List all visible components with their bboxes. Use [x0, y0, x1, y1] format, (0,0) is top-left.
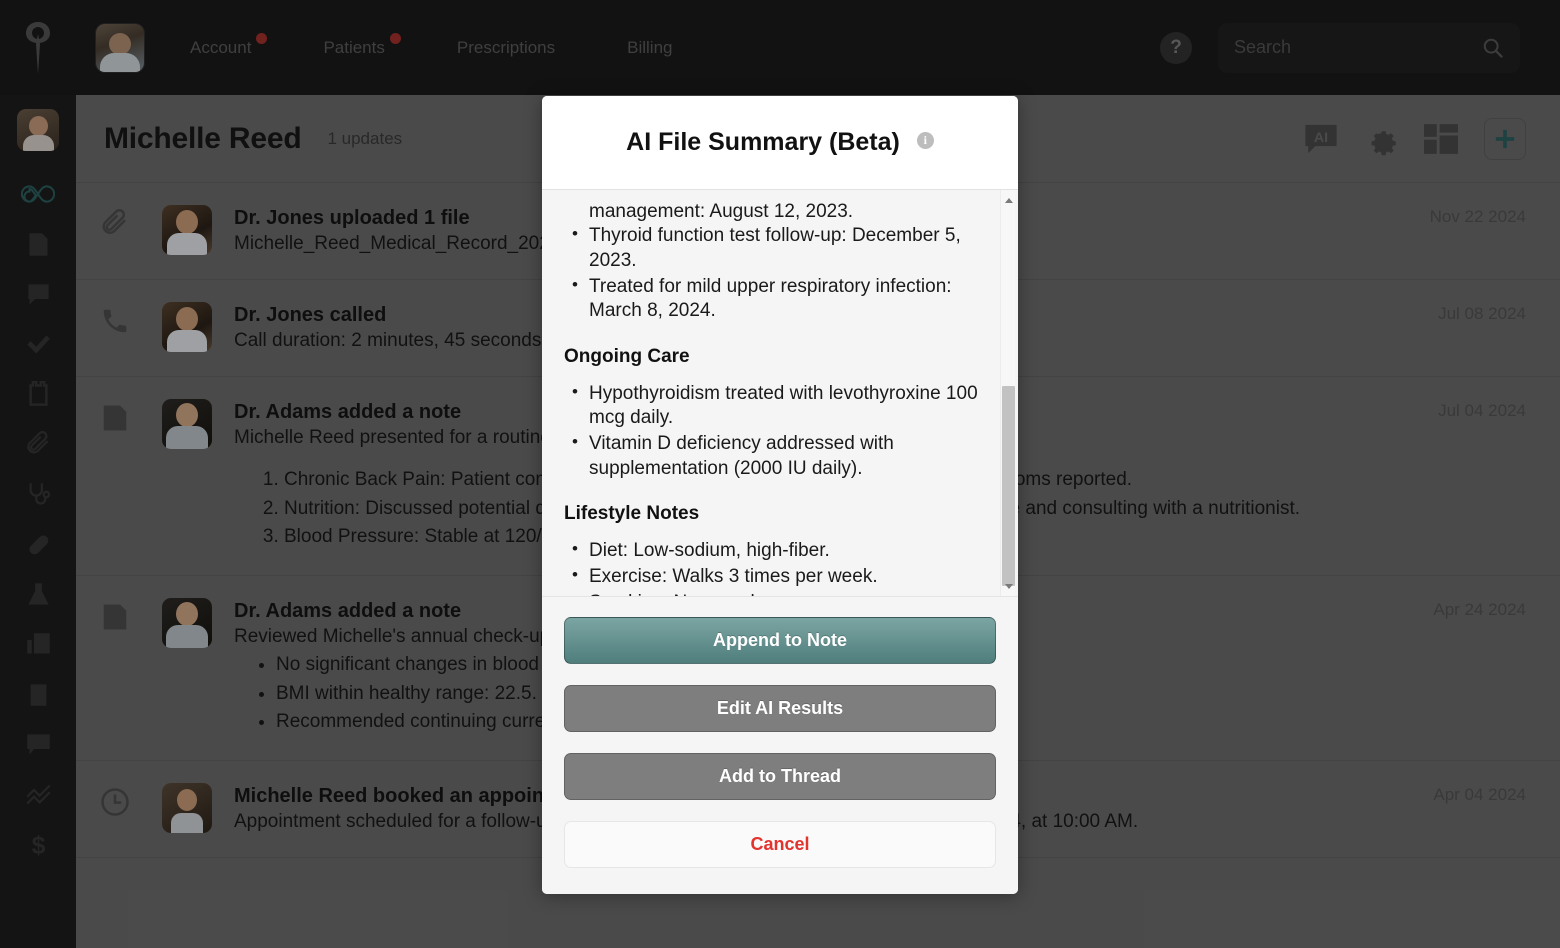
list-item: Vitamin D deficiency addressed with supp… [564, 431, 978, 481]
section-list-lifestyle-notes: Diet: Low-sodium, high-fiber. Exercise: … [564, 538, 978, 596]
scroll-up-arrow[interactable] [1001, 192, 1016, 208]
modal-scrollbar[interactable] [1000, 190, 1015, 596]
edit-ai-results-button[interactable]: Edit AI Results [564, 685, 996, 732]
scroll-down-arrow[interactable] [1001, 578, 1016, 594]
modal-title-text: AI File Summary (Beta) [626, 128, 900, 156]
list-item: Treated for mild upper respiratory infec… [564, 274, 978, 324]
modal-body[interactable]: management: August 12, 2023. Thyroid fun… [542, 190, 1018, 596]
section-list-history: Thyroid function test follow-up: Decembe… [564, 223, 978, 324]
modal-title: AI File Summary (Beta) i [626, 128, 934, 157]
section-heading-lifestyle-notes: Lifestyle Notes [564, 502, 700, 524]
section-heading-ongoing-care: Ongoing Care [564, 345, 690, 367]
ai-file-summary-modal: AI File Summary (Beta) i management: Aug… [542, 96, 1018, 894]
list-item: Diet: Low-sodium, high-fiber. [564, 538, 978, 563]
modal-footer: Append to Note Edit AI Results Add to Th… [542, 596, 1018, 894]
scrollbar-thumb[interactable] [1002, 386, 1015, 586]
app-root: $ Michelle Reed 1 updates AI Dr. Jones u… [0, 0, 1560, 948]
list-item: Hypothyroidism treated with levothyroxin… [564, 381, 978, 431]
modal-header: AI File Summary (Beta) i [542, 96, 1018, 190]
summary-content: management: August 12, 2023. Thyroid fun… [564, 190, 978, 596]
list-item: Thyroid function test follow-up: Decembe… [564, 223, 978, 273]
info-icon[interactable]: i [916, 132, 934, 149]
list-item: Exercise: Walks 3 times per week. [564, 564, 978, 589]
cancel-button[interactable]: Cancel [564, 821, 996, 868]
append-to-note-button[interactable]: Append to Note [564, 617, 996, 664]
section-list-ongoing-care: Hypothyroidism treated with levothyroxin… [564, 381, 978, 481]
section-continuation-line: management: August 12, 2023. [589, 201, 854, 222]
list-item: Smoking: Non-smoker. [564, 590, 978, 596]
add-to-thread-button[interactable]: Add to Thread [564, 753, 996, 800]
